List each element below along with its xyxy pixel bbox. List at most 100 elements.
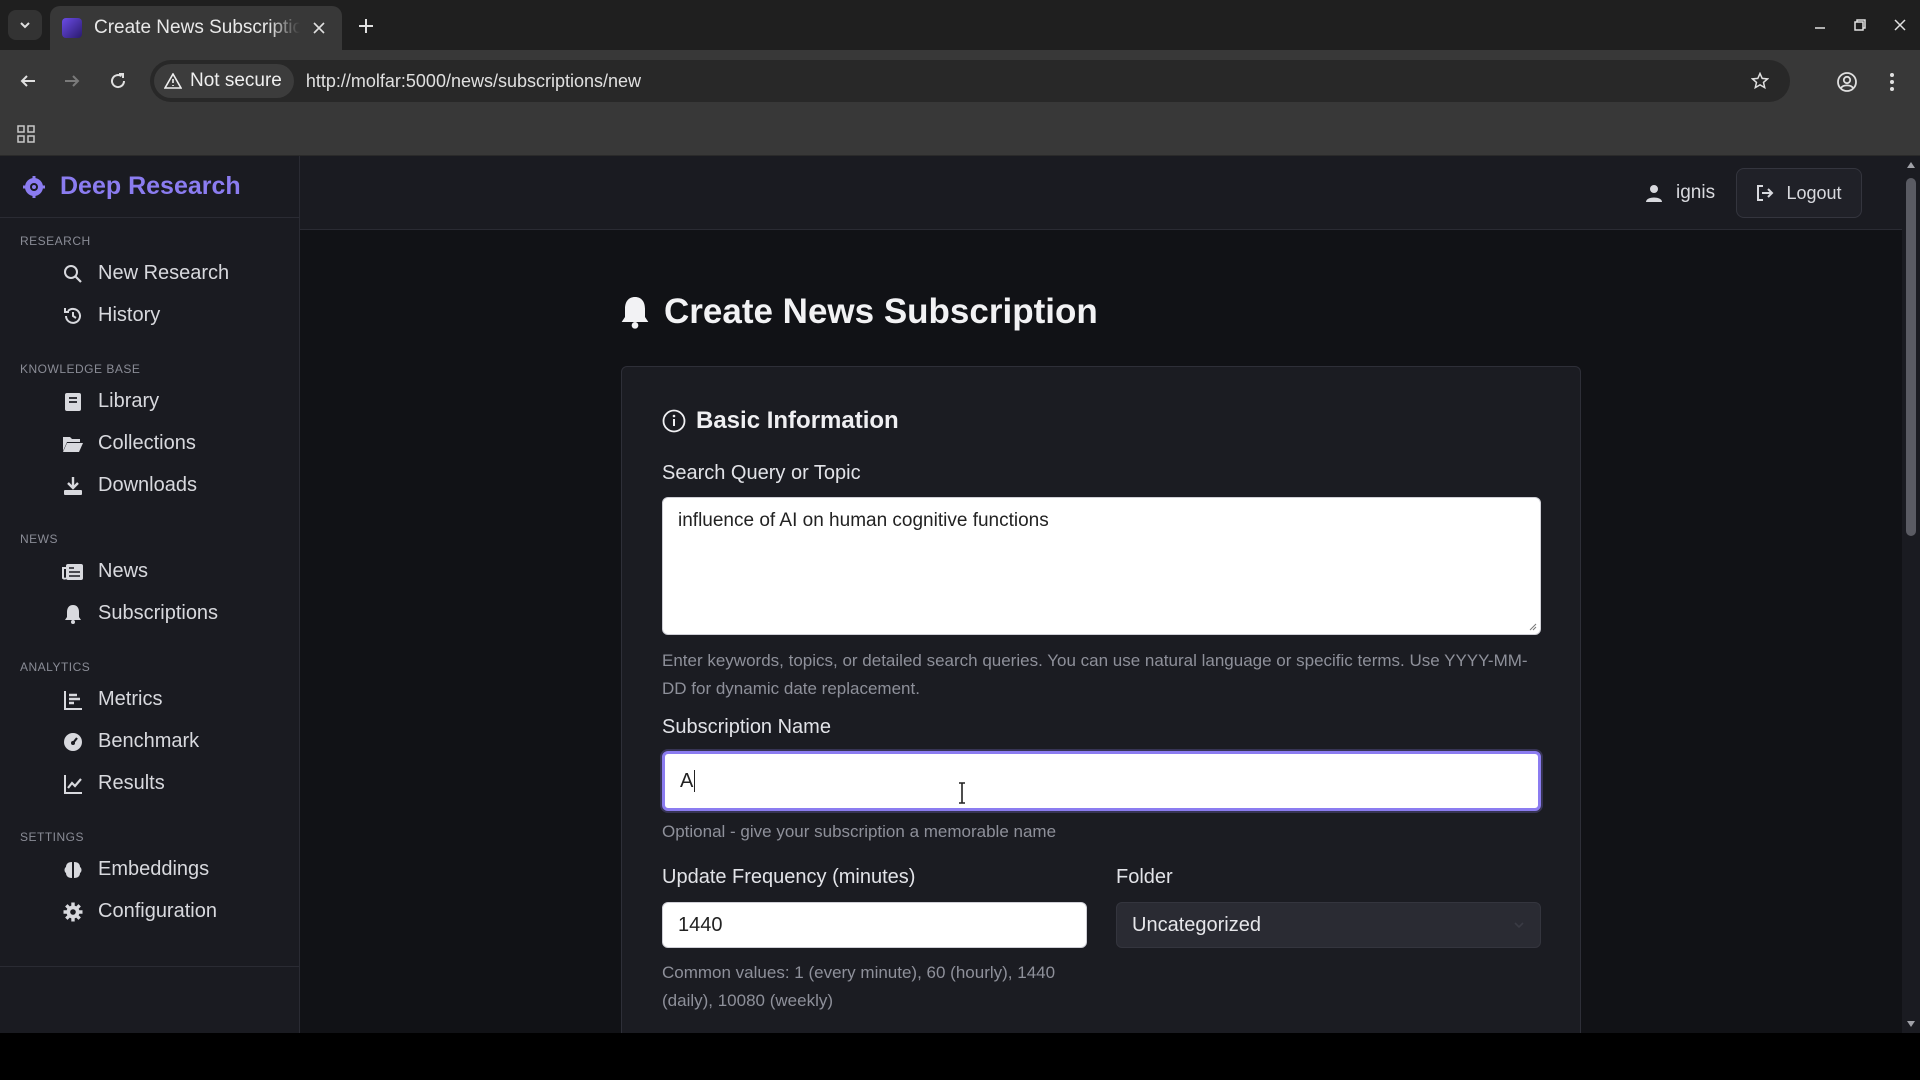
sidebar-item-label: News	[98, 559, 149, 582]
sidebar-item-label: New Research	[98, 261, 230, 284]
subscription-name-value: A	[680, 769, 694, 792]
window-close-button[interactable]	[1880, 0, 1920, 50]
brand-name: Deep Research	[60, 172, 241, 200]
apps-grid-icon	[17, 125, 35, 143]
resize-grip-icon[interactable]	[1527, 621, 1537, 631]
sidebar-item-collections[interactable]: Collections	[0, 422, 299, 464]
sidebar-item-label: Benchmark	[98, 729, 200, 752]
bookmarks-bar	[0, 112, 1920, 156]
page-title: Create News Subscription	[620, 292, 1098, 332]
download-icon	[62, 475, 84, 497]
profile-icon	[1837, 72, 1857, 92]
section-title: Basic Information	[696, 407, 899, 434]
frequency-label: Update Frequency (minutes)	[662, 866, 916, 888]
user-info: ignis	[1646, 176, 1715, 210]
bell-icon	[62, 603, 84, 625]
arrow-right-icon	[65, 75, 80, 87]
page-scrollbar[interactable]	[1902, 156, 1920, 1033]
brand[interactable]: Deep Research	[0, 156, 299, 218]
folder-value: Uncategorized	[1132, 913, 1261, 936]
folder-label: Folder	[1116, 866, 1173, 888]
line-chart-icon	[62, 773, 84, 795]
folder-open-icon	[62, 433, 84, 455]
user-icon	[1646, 185, 1662, 202]
plus-icon	[359, 19, 373, 33]
sidebar-item-embeddings[interactable]: Embeddings	[0, 848, 299, 890]
sidebar-item-news[interactable]: News	[0, 550, 299, 592]
frequency-input[interactable]: 1440	[662, 902, 1087, 948]
sidebar-item-metrics[interactable]: Metrics	[0, 678, 299, 720]
logout-button[interactable]: Logout	[1736, 168, 1862, 218]
frequency-hint: Common values: 1 (every minute), 60 (hou…	[662, 963, 1056, 1010]
top-bar: ignis Logout	[300, 156, 1902, 230]
page-viewport: Deep Research RESEARCH New Research Hist…	[0, 156, 1920, 1033]
sidebar-item-benchmark[interactable]: Benchmark	[0, 720, 299, 762]
sidebar-item-label: Embeddings	[98, 857, 210, 880]
sidebar-item-library[interactable]: Library	[0, 380, 299, 422]
query-label: Search Query or Topic	[662, 462, 861, 484]
gauge-icon	[62, 731, 84, 753]
minimize-button[interactable]	[1800, 0, 1840, 50]
logout-label: Logout	[1786, 182, 1842, 203]
section-label-research: RESEARCH	[20, 234, 91, 248]
history-icon	[62, 305, 84, 327]
scroll-down-icon[interactable]	[1906, 1019, 1916, 1029]
subscription-form-card: Basic Information Search Query or Topic …	[621, 366, 1581, 1033]
section-label-news: NEWS	[20, 532, 58, 546]
bell-icon	[621, 297, 649, 329]
sidebar-item-downloads[interactable]: Downloads	[0, 464, 299, 506]
address-bar[interactable]: Not secure http://molfar:5000/news/subsc…	[150, 60, 1790, 102]
book-icon	[62, 391, 84, 413]
sign-out-icon	[1757, 185, 1774, 201]
apps-button[interactable]	[12, 120, 40, 148]
reload-button[interactable]	[102, 65, 134, 97]
star-icon	[1751, 72, 1769, 90]
browser-tab[interactable]: Create News Subscription	[50, 6, 342, 50]
sidebar-item-subscriptions[interactable]: Subscriptions	[0, 592, 299, 634]
profile-button[interactable]	[1830, 65, 1864, 99]
sidebar-item-label: Subscriptions	[98, 601, 219, 624]
section-header: Basic Information	[662, 407, 899, 435]
atom-logo-icon	[23, 175, 45, 198]
sidebar-item-label: Configuration	[98, 899, 217, 922]
forward-button[interactable]	[56, 65, 88, 97]
gear-icon	[62, 901, 84, 923]
back-button[interactable]	[12, 65, 44, 97]
query-hint: Enter keywords, topics, or detailed sear…	[662, 651, 1528, 698]
query-textarea[interactable]: influence of AI on human cognitive funct…	[662, 497, 1541, 635]
sidebar-item-label: Collections	[98, 431, 196, 454]
folder-select[interactable]: Uncategorized	[1116, 902, 1541, 948]
username: ignis	[1676, 182, 1716, 203]
section-label-analytics: ANALYTICS	[20, 660, 91, 674]
tab-close-button[interactable]	[308, 17, 330, 39]
search-icon	[62, 263, 84, 285]
security-chip[interactable]: Not secure	[154, 64, 294, 98]
new-tab-button[interactable]	[352, 12, 380, 40]
chevron-down-icon	[1514, 922, 1524, 929]
newspaper-icon	[62, 561, 84, 583]
close-icon	[1894, 19, 1906, 31]
url-text[interactable]: http://molfar:5000/news/subscriptions/ne…	[306, 71, 1744, 92]
sidebar-item-results[interactable]: Results	[0, 762, 299, 804]
browser-menu-button[interactable]	[1878, 65, 1906, 99]
bookmark-star-button[interactable]	[1744, 65, 1776, 97]
reload-icon	[111, 73, 126, 89]
restore-button[interactable]	[1840, 0, 1880, 50]
sidebar-item-new-research[interactable]: New Research	[0, 252, 299, 294]
scroll-up-icon[interactable]	[1906, 160, 1916, 170]
list-chart-icon	[62, 689, 84, 711]
brain-icon	[62, 859, 84, 881]
name-hint: Optional - give your subscription a memo…	[662, 822, 1057, 841]
window-controls	[1800, 0, 1920, 50]
text-caret	[694, 770, 696, 792]
sidebar: Deep Research RESEARCH New Research Hist…	[0, 156, 300, 1033]
section-label-settings: SETTINGS	[20, 830, 85, 844]
sidebar-item-configuration[interactable]: Configuration	[0, 890, 299, 932]
sidebar-item-label: Downloads	[98, 473, 197, 496]
screen-bottom-area	[0, 1033, 1920, 1080]
sidebar-item-history[interactable]: History	[0, 294, 299, 336]
subscription-name-input[interactable]: A	[662, 751, 1541, 811]
tab-search-button[interactable]	[8, 10, 42, 40]
text-cursor-icon	[959, 782, 965, 804]
scrollbar-thumb[interactable]	[1906, 178, 1916, 536]
